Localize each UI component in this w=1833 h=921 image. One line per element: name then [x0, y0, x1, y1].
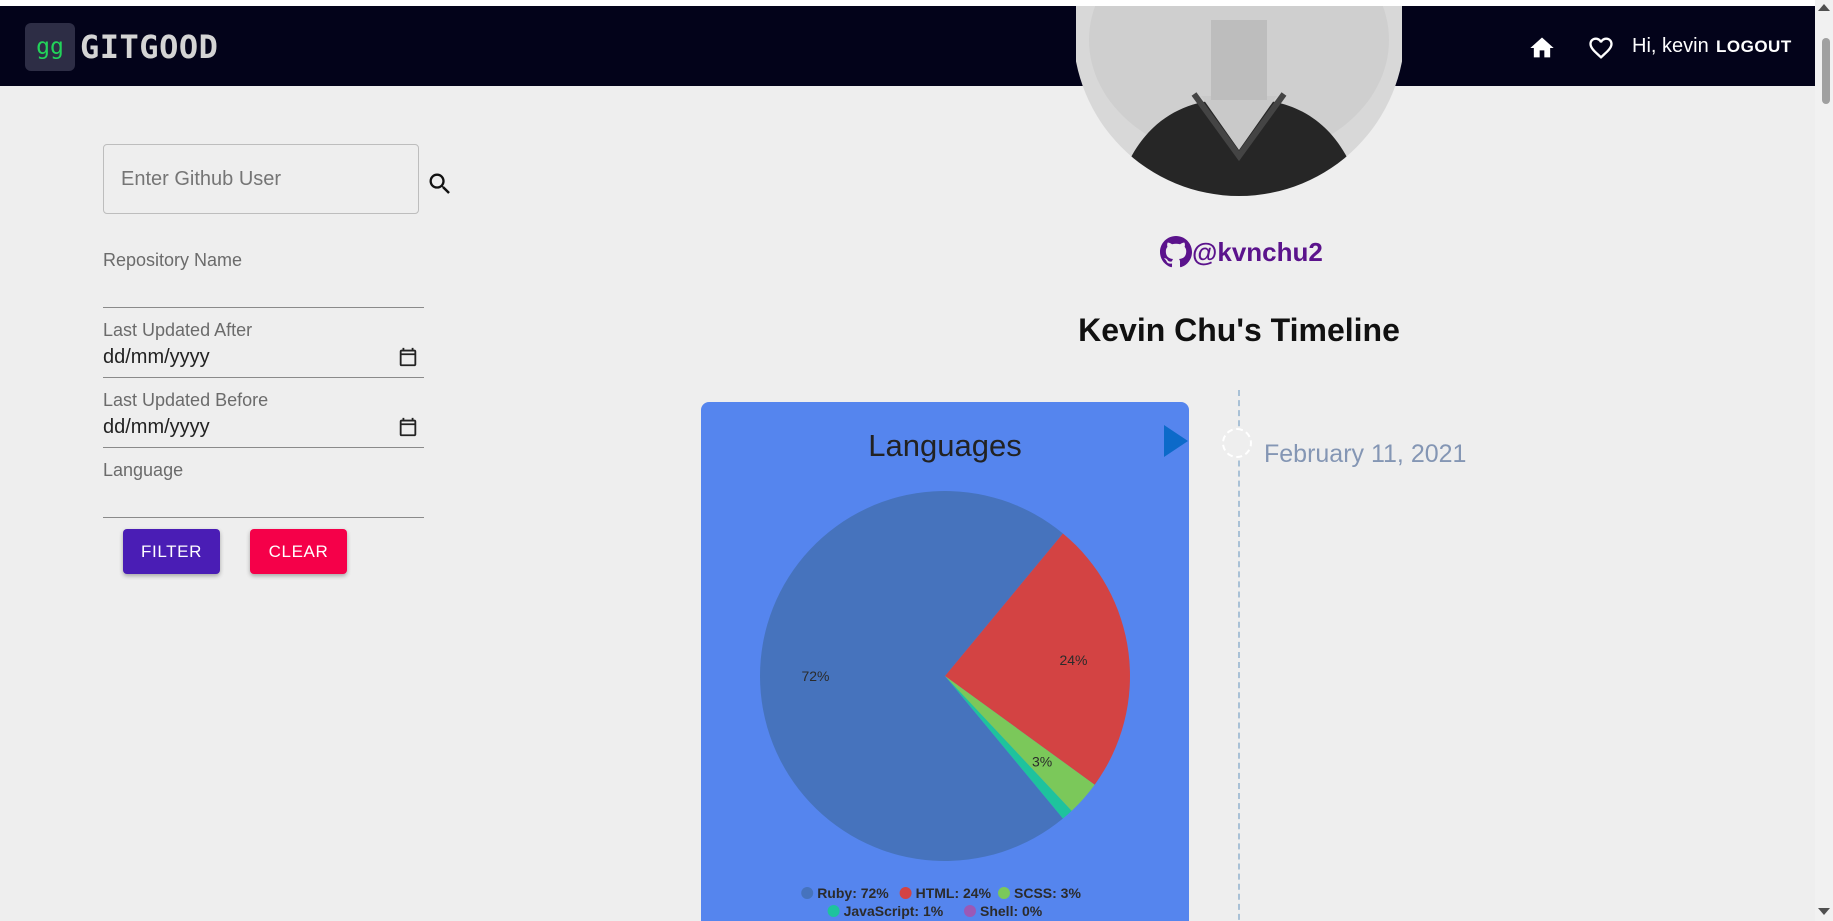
top-navbar: gg GITGOOD Hi, kevin LOGOUT: [0, 6, 1815, 86]
calendar-icon[interactable]: [397, 416, 419, 438]
timeline-title: Kevin Chu's Timeline: [1078, 312, 1400, 348]
timeline-marker: [1222, 428, 1252, 458]
scroll-up-arrow[interactable]: [1818, 4, 1830, 11]
user-greeting: Hi, kevin: [1632, 35, 1709, 57]
last-updated-after-input[interactable]: dd/mm/yyyy: [103, 346, 210, 369]
legend-swatch-scss[interactable]: [998, 887, 1010, 899]
slice-label-html: 24%: [1059, 652, 1087, 668]
scrollbar-thumb[interactable]: [1822, 38, 1830, 104]
last-updated-before-input[interactable]: dd/mm/yyyy: [103, 416, 210, 439]
scroll-down-arrow[interactable]: [1818, 908, 1830, 915]
clear-button[interactable]: CLEAR: [250, 529, 347, 574]
languages-pie-chart: Languages 72% 24% 3% Ruby: 72% HTML: 24% SCS…: [760, 428, 1130, 919]
repository-name-label: Repository Name: [103, 250, 243, 270]
legend-swatch-ruby[interactable]: [801, 887, 814, 899]
legend-swatch-javascript[interactable]: [827, 905, 840, 917]
legend-label-ruby[interactable]: Ruby: 72%: [817, 885, 889, 901]
repository-name-underline: [103, 307, 424, 308]
legend-label-html[interactable]: HTML: 24%: [916, 885, 992, 901]
app-name[interactable]: GITGOOD: [80, 28, 218, 66]
home-icon[interactable]: [1528, 34, 1556, 62]
last-updated-before-underline: [103, 447, 424, 448]
timeline-axis: [1238, 390, 1240, 921]
legend-label-javascript[interactable]: JavaScript: 1%: [844, 903, 944, 919]
page-scrollbar[interactable]: [1815, 0, 1833, 921]
github-username: @kvnchu2: [1192, 236, 1323, 267]
legend-swatch-shell[interactable]: [964, 905, 976, 917]
card-pointer-arrow: [1164, 425, 1188, 457]
language-label: Language: [103, 460, 184, 480]
chart-title: Languages: [868, 428, 1021, 463]
logo-mark[interactable]: gg: [25, 23, 75, 71]
last-updated-before-label: Last Updated Before: [103, 390, 269, 410]
timeline-date: February 11, 2021: [1264, 440, 1467, 468]
legend-swatch-html[interactable]: [899, 887, 912, 899]
logout-button[interactable]: LOGOUT: [1716, 37, 1792, 57]
calendar-icon[interactable]: [397, 346, 419, 368]
github-profile-link[interactable]: @kvnchu2: [1160, 236, 1323, 268]
slice-label-ruby: 72%: [801, 668, 829, 684]
github-icon: [1160, 236, 1192, 268]
language-input[interactable]: [103, 482, 424, 516]
github-user-input[interactable]: [104, 145, 418, 213]
legend-label-scss[interactable]: SCSS: 3%: [1014, 885, 1081, 901]
filter-button[interactable]: FILTER: [123, 529, 220, 574]
search-icon[interactable]: [426, 170, 454, 198]
github-user-search-field[interactable]: [103, 144, 419, 214]
repository-name-input[interactable]: [103, 272, 424, 306]
legend-label-shell[interactable]: Shell: 0%: [980, 903, 1043, 919]
page-viewport: gg GITGOOD Hi, kevin LOGOUT Repository N…: [0, 0, 1815, 921]
language-underline: [103, 517, 424, 518]
heart-icon[interactable]: [1587, 34, 1615, 62]
last-updated-after-underline: [103, 377, 424, 378]
window-top-edge: [0, 0, 1833, 6]
languages-card: Languages 72% 24% 3% Ruby: 72% HTML: 24% SCS…: [701, 402, 1189, 921]
avatar: [1076, 0, 1402, 196]
slice-label-scss: 3%: [1032, 754, 1052, 770]
